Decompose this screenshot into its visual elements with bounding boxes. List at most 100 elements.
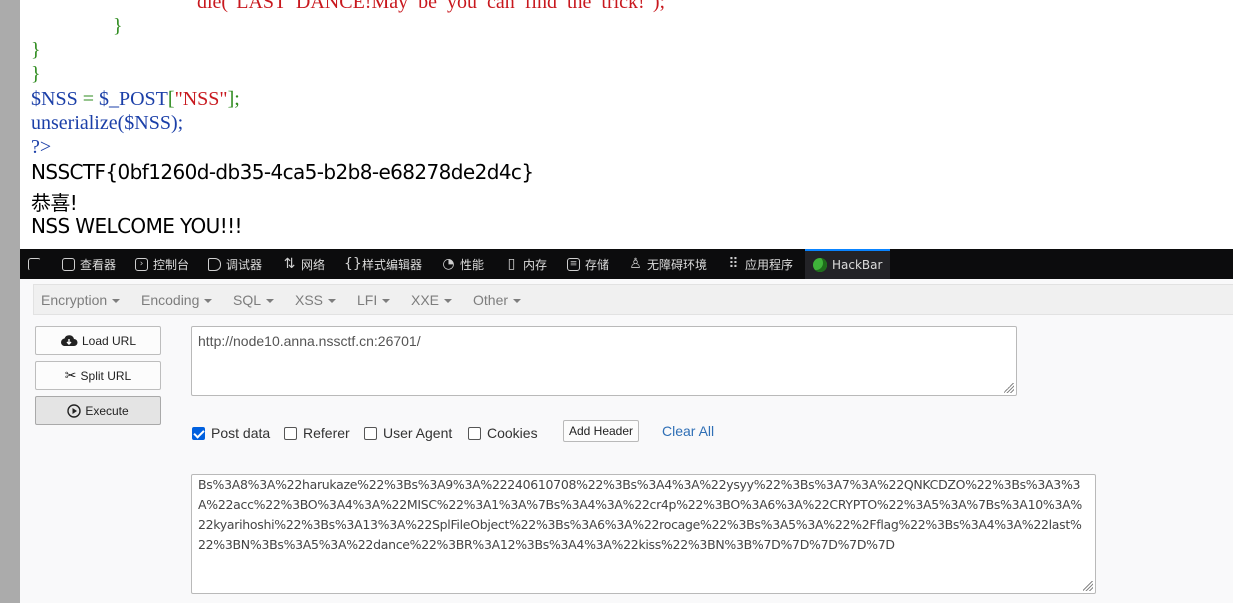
resize-grip-icon[interactable] bbox=[1083, 581, 1093, 591]
welcome-output: NSS WELCOME YOU!!! bbox=[31, 214, 243, 238]
code-post: $_POST bbox=[98, 88, 168, 110]
menu-xss[interactable]: XSS bbox=[295, 285, 337, 315]
option-label: User Agent bbox=[383, 425, 453, 441]
play-circle-icon bbox=[67, 403, 82, 418]
left-window-edge bbox=[0, 0, 20, 603]
cloud-download-icon bbox=[60, 334, 78, 346]
button-label: Split URL bbox=[80, 368, 132, 383]
style-editor-icon: {} bbox=[344, 255, 362, 272]
tab-label: 存储 bbox=[585, 257, 610, 272]
tab-label: 查看器 bbox=[80, 257, 117, 272]
menu-lfi[interactable]: LFI bbox=[357, 285, 391, 315]
menu-label: LFI bbox=[357, 292, 378, 308]
menu-label: Encryption bbox=[41, 292, 108, 308]
menu-xxe[interactable]: XXE bbox=[411, 285, 453, 315]
url-value: http://node10.anna.nssctf.cn:26701/ bbox=[198, 333, 421, 349]
debugger-icon bbox=[208, 257, 221, 271]
tab-label: 样式编辑器 bbox=[362, 257, 423, 272]
memory-icon: ▯ bbox=[507, 255, 516, 272]
caret-down-icon bbox=[328, 299, 337, 304]
caret-down-icon bbox=[266, 299, 275, 304]
code-var: $NSS bbox=[31, 88, 78, 110]
tab-label: 内存 bbox=[523, 257, 548, 272]
menu-label: Other bbox=[473, 292, 509, 308]
caret-down-icon bbox=[112, 299, 121, 304]
tab-debugger[interactable]: 调试器 bbox=[208, 249, 262, 279]
load-url-button[interactable]: Load URL bbox=[35, 326, 161, 355]
accessibility-icon: ♙ bbox=[629, 255, 642, 272]
element-picker-button[interactable] bbox=[28, 249, 41, 279]
caret-down-icon bbox=[382, 299, 391, 304]
post-data-checkbox[interactable] bbox=[192, 426, 205, 440]
clear-all-link[interactable]: Clear All bbox=[662, 423, 714, 439]
tab-label: 性能 bbox=[460, 257, 485, 272]
hackbar-panel: Encryption Encoding SQL XSS LFI XXE Othe… bbox=[20, 279, 1233, 603]
menu-label: Encoding bbox=[141, 292, 200, 308]
tab-label: HackBar bbox=[832, 258, 883, 272]
tab-label: 调试器 bbox=[226, 257, 263, 272]
post-data-option[interactable]: Post data bbox=[192, 424, 270, 442]
cookies-checkbox[interactable] bbox=[468, 426, 481, 440]
menu-other[interactable]: Other bbox=[473, 285, 522, 315]
add-header-button[interactable]: Add Header bbox=[563, 420, 639, 442]
tab-storage[interactable]: ≡ 存储 bbox=[567, 249, 609, 279]
resize-grip-icon[interactable] bbox=[1004, 383, 1014, 393]
menu-label: XXE bbox=[411, 292, 440, 308]
code-brace: } bbox=[31, 39, 41, 61]
post-data-textarea[interactable]: Bs%3A8%3A%22harukaze%22%3Bs%3A9%3A%22240… bbox=[191, 474, 1096, 594]
user-agent-checkbox[interactable] bbox=[364, 426, 377, 440]
tab-memory[interactable]: ▯ 内存 bbox=[505, 249, 547, 279]
referer-checkbox[interactable] bbox=[284, 426, 297, 440]
hackbar-logo-icon bbox=[813, 258, 827, 272]
page-content: die("LAST DANCE!May be you can find the … bbox=[20, 0, 1233, 249]
menu-encoding[interactable]: Encoding bbox=[141, 285, 213, 315]
code-brace: } bbox=[31, 63, 41, 85]
split-url-button[interactable]: ✂ Split URL bbox=[35, 361, 161, 390]
hackbar-menu-bar: Encryption Encoding SQL XSS LFI XXE Othe… bbox=[33, 284, 1233, 315]
congrats-output: 恭喜! bbox=[31, 191, 78, 215]
menu-encryption[interactable]: Encryption bbox=[41, 285, 121, 315]
tab-style-editor[interactable]: {} 样式编辑器 bbox=[344, 249, 422, 279]
code-key: "NSS" bbox=[174, 88, 228, 110]
user-agent-option[interactable]: User Agent bbox=[364, 424, 452, 442]
post-data-value: Bs%3A8%3A%22harukaze%22%3Bs%3A9%3A%22240… bbox=[198, 477, 1082, 552]
tab-performance[interactable]: ◔ 性能 bbox=[442, 249, 484, 279]
console-icon: › bbox=[135, 257, 148, 271]
option-label: Post data bbox=[211, 425, 271, 441]
referer-option[interactable]: Referer bbox=[284, 424, 350, 442]
cookies-option[interactable]: Cookies bbox=[468, 424, 538, 442]
code-die-line: die("LAST DANCE!May be you can find the … bbox=[197, 0, 666, 13]
tab-network[interactable]: ⇅ 网络 bbox=[283, 249, 325, 279]
code-close-tag: ?> bbox=[31, 136, 52, 158]
tab-label: 控制台 bbox=[153, 257, 190, 272]
inspector-icon bbox=[62, 257, 75, 271]
flag-output: NSSCTF{0bf1260d-db35-4ca5-b2b8-e68278de2… bbox=[31, 160, 534, 184]
code-rb: ]; bbox=[227, 88, 240, 110]
code-assign-line: $NSS = $_POST["NSS"]; bbox=[31, 87, 240, 111]
storage-icon: ≡ bbox=[567, 257, 580, 271]
caret-down-icon bbox=[444, 299, 453, 304]
menu-label: SQL bbox=[233, 292, 262, 308]
tab-application[interactable]: ⠿ 应用程序 bbox=[727, 249, 793, 279]
performance-icon: ◔ bbox=[442, 255, 455, 272]
button-label: Execute bbox=[85, 403, 129, 418]
tab-accessibility[interactable]: ♙ 无障碍环境 bbox=[629, 249, 707, 279]
scissors-icon: ✂ bbox=[64, 367, 77, 383]
url-textarea[interactable]: http://node10.anna.nssctf.cn:26701/ bbox=[191, 326, 1017, 396]
network-icon: ⇅ bbox=[283, 255, 296, 272]
button-label: Load URL bbox=[81, 333, 137, 348]
menu-label: XSS bbox=[295, 292, 324, 308]
tab-console[interactable]: › 控制台 bbox=[135, 249, 189, 279]
application-icon: ⠿ bbox=[728, 255, 739, 272]
execute-button[interactable]: Execute bbox=[35, 396, 161, 425]
code-unserialize-line: unserialize($NSS); bbox=[31, 112, 184, 134]
caret-down-icon bbox=[513, 299, 522, 304]
tab-label: 应用程序 bbox=[745, 257, 794, 272]
tab-label: 无障碍环境 bbox=[647, 257, 708, 272]
menu-sql[interactable]: SQL bbox=[233, 285, 275, 315]
tab-inspector[interactable]: 查看器 bbox=[62, 249, 116, 279]
tab-hackbar[interactable]: HackBar bbox=[805, 249, 891, 279]
code-lb: [ bbox=[167, 88, 175, 110]
devtools-toolbar: 查看器 › 控制台 调试器 ⇅ 网络 {} 样式编辑器 ◔ 性能 ▯ 内存 ≡ 存储 ♙ 无障… bbox=[20, 249, 1233, 279]
caret-down-icon bbox=[204, 299, 213, 304]
